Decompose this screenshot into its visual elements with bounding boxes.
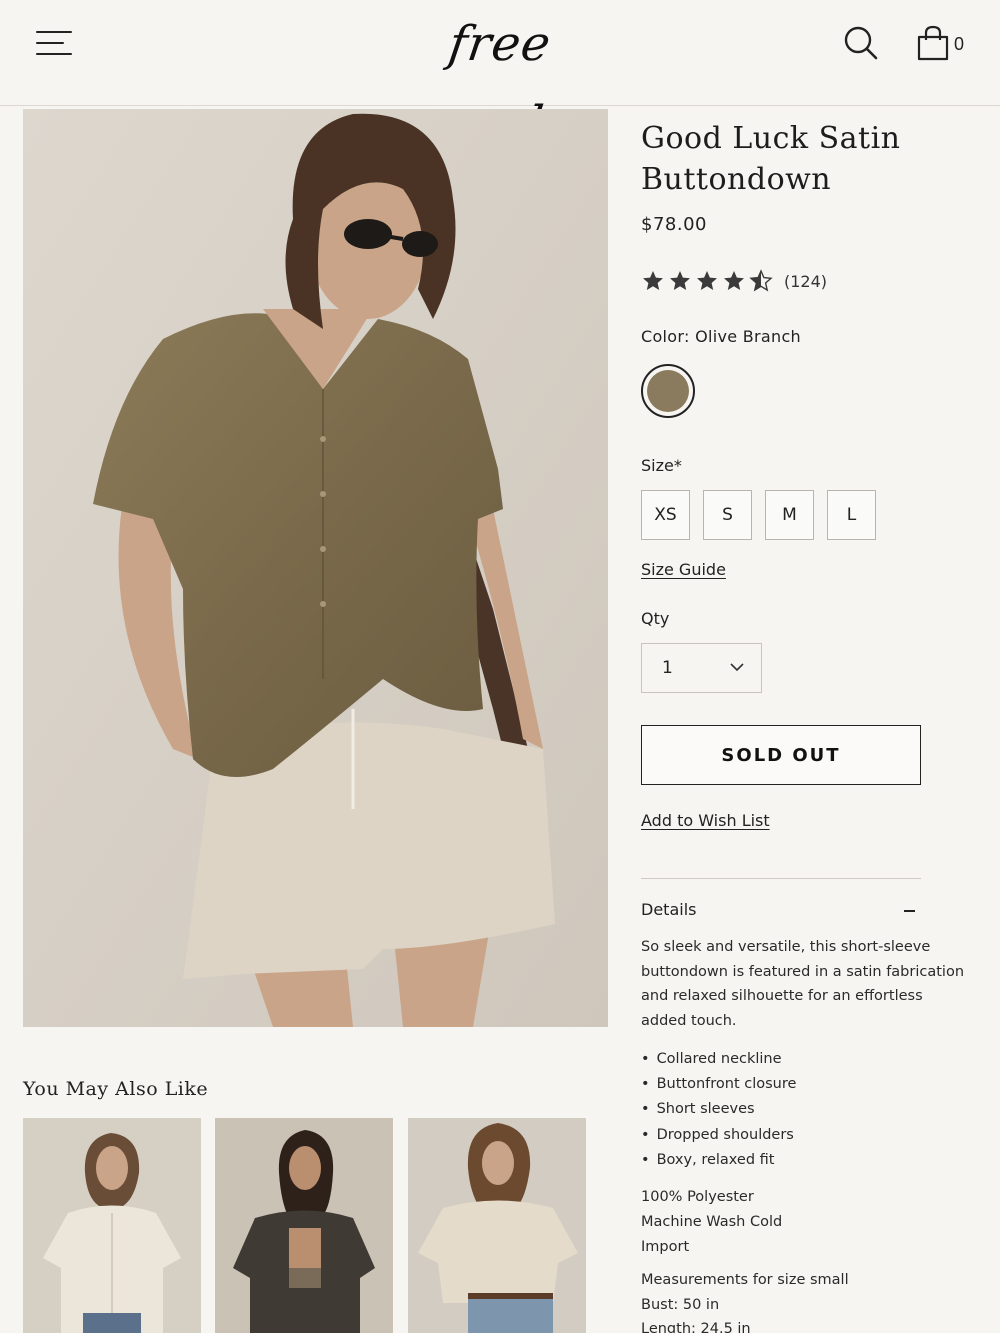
details-title: Details <box>641 900 697 919</box>
fabric-line: Import <box>641 1239 690 1255</box>
color-label: Color: Olive Branch <box>641 327 801 346</box>
size-option-xs[interactable]: XS <box>641 490 690 540</box>
qty-label: Qty <box>641 609 670 628</box>
measurements-info: Measurements for size small Bust: 50 in … <box>641 1268 971 1333</box>
qty-dropdown[interactable]: 1 <box>641 643 762 693</box>
minus-icon[interactable] <box>904 910 915 912</box>
list-item: Buttonfront closure <box>641 1072 971 1097</box>
product-price: $78.00 <box>641 214 707 235</box>
sold-out-button[interactable]: SOLD OUT <box>641 725 921 785</box>
chevron-down-icon <box>730 663 744 672</box>
size-options: XS S M L <box>641 490 889 540</box>
site-header: free people 0 <box>0 0 1000 152</box>
size-guide-link[interactable]: Size Guide <box>641 560 726 579</box>
recommendations-title: You May Also Like <box>23 1078 209 1100</box>
qty-value: 1 <box>662 658 673 678</box>
fabric-line: 100% Polyester <box>641 1189 754 1205</box>
details-bullets: Collared neckline Buttonfront closure Sh… <box>641 1047 971 1173</box>
review-count[interactable]: (124) <box>784 272 827 291</box>
list-item: Dropped shoulders <box>641 1123 971 1148</box>
size-label: Size* <box>641 456 682 475</box>
add-to-wishlist-link[interactable]: Add to Wish List <box>641 811 770 830</box>
measurement-line: Measurements for size small <box>641 1272 849 1288</box>
shopping-bag-icon[interactable] <box>914 24 952 62</box>
search-icon[interactable] <box>842 24 880 62</box>
half-star-icon <box>749 269 773 292</box>
details-description: So sleek and versatile, this short-sleev… <box>641 939 965 1029</box>
fabric-line: Machine Wash Cold <box>641 1214 783 1230</box>
size-option-m[interactable]: M <box>765 490 814 540</box>
divider <box>641 878 921 879</box>
brand-logo[interactable]: free people <box>354 4 645 152</box>
star-icon <box>724 271 744 290</box>
swatch-color <box>647 370 689 412</box>
star-icon <box>643 271 663 290</box>
list-item: Collared neckline <box>641 1047 971 1072</box>
size-option-l[interactable]: L <box>827 490 876 540</box>
recommendation-card[interactable] <box>23 1118 201 1333</box>
recommendation-card[interactable] <box>408 1118 586 1333</box>
recommendation-image <box>23 1118 201 1333</box>
recommendation-image <box>215 1118 393 1333</box>
size-option-s[interactable]: S <box>703 490 752 540</box>
recommendation-image <box>408 1118 586 1333</box>
measurement-line: Bust: 50 in <box>641 1296 720 1313</box>
star-icon <box>670 271 690 290</box>
star-icon <box>697 271 717 290</box>
product-main-image[interactable] <box>23 109 608 1027</box>
measurement-line: Length: 24.5 in <box>641 1321 751 1333</box>
color-swatch-olive-branch[interactable] <box>641 364 695 418</box>
product-title: Good Luck Satin Buttondown <box>641 121 901 197</box>
menu-icon[interactable] <box>36 30 74 56</box>
list-item: Boxy, relaxed fit <box>641 1148 971 1173</box>
list-item: Short sleeves <box>641 1097 971 1122</box>
recommendation-card[interactable] <box>215 1118 393 1333</box>
details-accordion-header[interactable]: Details <box>641 900 921 924</box>
product-rating[interactable]: (124) <box>641 268 827 294</box>
fabric-care-info: 100% Polyester Machine Wash Cold Import <box>641 1185 971 1260</box>
bag-count-badge[interactable]: 0 <box>954 34 964 55</box>
